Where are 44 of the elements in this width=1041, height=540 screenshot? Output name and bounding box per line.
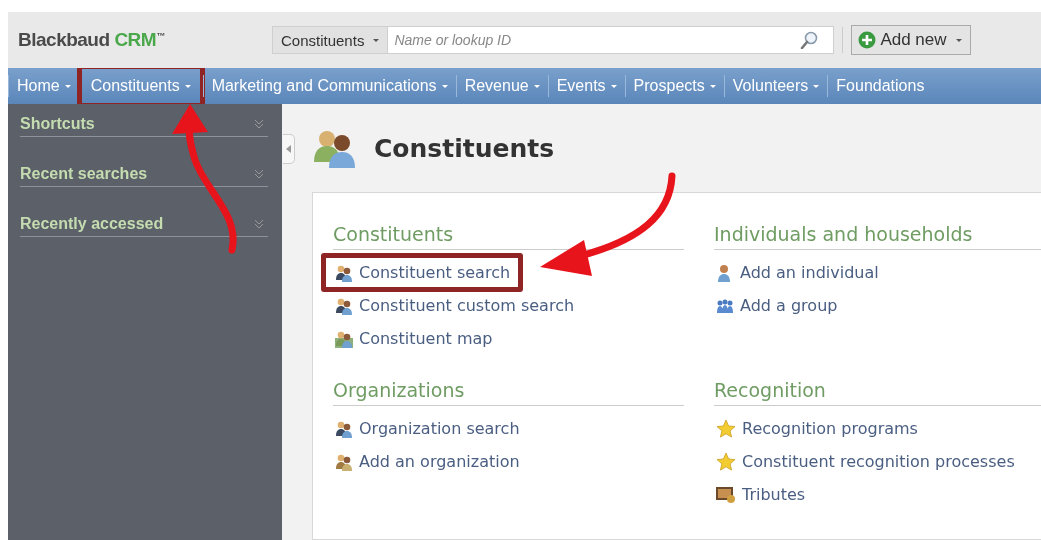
logo: Blackbaud CRM$^{™}$ <box>18 29 166 51</box>
people-icon <box>335 452 353 471</box>
section-heading: Individuals and households <box>714 223 1041 250</box>
link[interactable]: Add a group <box>714 289 840 322</box>
collapse-handle[interactable] <box>283 134 295 164</box>
expand-icon <box>254 219 264 229</box>
search-icon <box>800 31 819 49</box>
link[interactable]: Constituent map <box>333 322 495 355</box>
star-icon <box>716 451 736 472</box>
caret-icon <box>610 84 617 88</box>
link[interactable]: Recognition programs <box>714 412 920 445</box>
people-icon <box>335 296 353 315</box>
add-new-button[interactable]: Add new <box>851 25 971 55</box>
people-icon <box>335 263 353 282</box>
section-heading: Recognition <box>714 379 1041 406</box>
link[interactable]: Constituent search <box>321 253 524 292</box>
link[interactable]: Add an individual <box>714 256 881 289</box>
left-arrow-icon <box>286 145 291 153</box>
caret-icon <box>533 84 540 88</box>
link[interactable]: Constituent custom search <box>333 289 577 322</box>
plus-icon <box>858 31 877 49</box>
sidebar-section[interactable]: Recently accessed <box>20 212 268 237</box>
star-icon <box>716 418 736 439</box>
link[interactable]: Tributes <box>714 478 808 511</box>
caret-icon <box>709 84 716 88</box>
caret-icon <box>955 38 962 42</box>
caret-icon <box>64 84 71 88</box>
search-field[interactable]: Name or lookup ID <box>388 26 835 54</box>
people-icon <box>335 329 353 348</box>
link[interactable]: Organization search <box>333 412 522 445</box>
scope-dropdown[interactable]: Constituents <box>272 26 389 54</box>
page-title: Constituents <box>374 133 555 163</box>
caret-icon <box>184 84 191 88</box>
expand-icon <box>254 119 264 129</box>
link[interactable]: Add an organization <box>333 445 522 478</box>
sidebar-section[interactable]: Recent searches <box>20 162 268 187</box>
caret-icon <box>813 84 820 88</box>
expand-icon <box>254 169 264 179</box>
caret-icon <box>373 38 380 42</box>
caret-icon <box>441 84 448 88</box>
section-heading: Organizations <box>333 379 684 406</box>
image-icon <box>716 485 736 504</box>
link[interactable]: Constituent recognition processes <box>714 445 1017 478</box>
people-icon <box>335 419 353 438</box>
